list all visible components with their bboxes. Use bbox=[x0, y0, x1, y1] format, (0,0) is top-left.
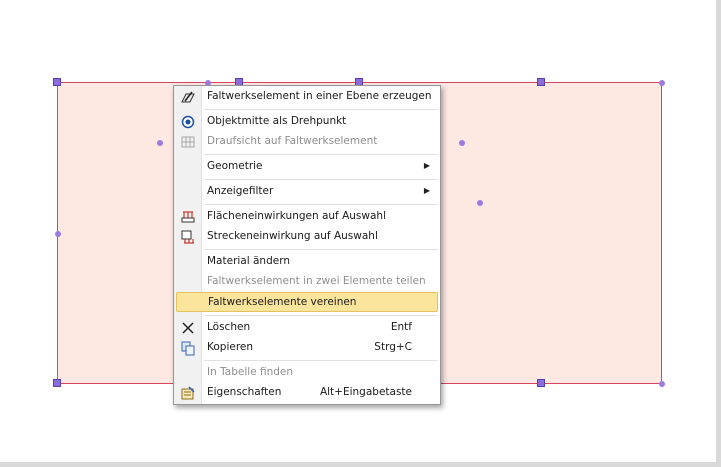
menu-item-label: Eigenschaften bbox=[207, 386, 282, 398]
menu-item-label: Streckeneinwirkung auf Auswahl bbox=[207, 230, 378, 242]
pencil-plane-icon bbox=[180, 89, 196, 105]
menu-separator bbox=[204, 179, 438, 180]
menu-item-shortcut: Entf bbox=[390, 321, 412, 333]
menu-item-label: Draufsicht auf Faltwerkselement bbox=[207, 135, 378, 147]
area-load-icon bbox=[180, 209, 196, 225]
menu-item-area-loads[interactable]: Flächeneinwirkungen auf Auswahl bbox=[176, 207, 438, 227]
menu-item-merge-elements[interactable]: Faltwerkselemente vereinen bbox=[176, 292, 438, 312]
grip-handle[interactable] bbox=[53, 78, 61, 86]
menu-item-label: Objektmitte als Drehpunkt bbox=[207, 115, 347, 127]
element-node[interactable] bbox=[477, 200, 483, 206]
line-load-icon bbox=[180, 229, 196, 245]
menu-separator bbox=[204, 249, 438, 250]
delete-x-icon bbox=[180, 320, 196, 336]
submenu-arrow-icon: ▶ bbox=[423, 161, 430, 170]
window-border-bottom bbox=[0, 462, 721, 467]
element-node[interactable] bbox=[157, 140, 163, 146]
grid-view-icon bbox=[180, 134, 196, 150]
menu-item-properties[interactable]: Eigenschaften Alt+Eingabetaste bbox=[176, 383, 438, 403]
element-node[interactable] bbox=[659, 381, 665, 387]
menu-item-change-material[interactable]: Material ändern bbox=[176, 252, 438, 272]
copy-icon bbox=[180, 340, 196, 356]
target-icon bbox=[180, 114, 196, 130]
menu-item-label: Geometrie bbox=[207, 160, 263, 172]
grip-handle[interactable] bbox=[537, 379, 545, 387]
menu-item-label: Faltwerkselement in einer Ebene erzeugen bbox=[207, 90, 432, 102]
menu-separator bbox=[204, 109, 438, 110]
menu-item-shortcut: Strg+C bbox=[374, 341, 412, 353]
menu-item-label: In Tabelle finden bbox=[207, 366, 294, 378]
menu-separator bbox=[204, 360, 438, 361]
menu-item-label: Kopieren bbox=[207, 341, 254, 353]
menu-item-label: Anzeigefilter bbox=[207, 185, 274, 197]
menu-item-object-center-pivot[interactable]: Objektmitte als Drehpunkt bbox=[176, 112, 438, 132]
menu-item-create-in-plane[interactable]: Faltwerkselement in einer Ebene erzeugen bbox=[176, 87, 438, 107]
menu-item-split-element[interactable]: Faltwerkselement in zwei Elemente teilen bbox=[176, 272, 438, 292]
menu-item-label: Material ändern bbox=[207, 255, 290, 267]
submenu-arrow-icon: ▶ bbox=[423, 186, 430, 195]
properties-icon bbox=[180, 385, 196, 401]
menu-item-label: Faltwerkselemente vereinen bbox=[208, 296, 357, 308]
context-menu: Faltwerkselement in einer Ebene erzeugen… bbox=[173, 85, 441, 405]
menu-item-display-filter[interactable]: Anzeigefilter ▶ bbox=[176, 182, 438, 202]
menu-item-delete[interactable]: Löschen Entf bbox=[176, 318, 438, 338]
menu-separator bbox=[204, 154, 438, 155]
element-node[interactable] bbox=[55, 231, 61, 237]
menu-item-copy[interactable]: Kopieren Strg+C bbox=[176, 338, 438, 358]
menu-item-geometry[interactable]: Geometrie ▶ bbox=[176, 157, 438, 177]
window-border-right bbox=[716, 0, 721, 467]
element-node[interactable] bbox=[459, 140, 465, 146]
menu-item-line-loads[interactable]: Streckeneinwirkung auf Auswahl bbox=[176, 227, 438, 247]
menu-item-label: Flächeneinwirkungen auf Auswahl bbox=[207, 210, 386, 222]
menu-item-shortcut: Alt+Eingabetaste bbox=[319, 386, 412, 398]
menu-item-label: Faltwerkselement in zwei Elemente teilen bbox=[207, 275, 426, 287]
menu-item-find-in-table[interactable]: In Tabelle finden bbox=[176, 363, 438, 383]
menu-separator bbox=[204, 315, 438, 316]
menu-item-top-view[interactable]: Draufsicht auf Faltwerkselement bbox=[176, 132, 438, 152]
menu-item-label: Löschen bbox=[207, 321, 251, 333]
grip-handle[interactable] bbox=[537, 78, 545, 86]
grip-handle[interactable] bbox=[53, 379, 61, 387]
element-node[interactable] bbox=[659, 80, 665, 86]
menu-separator bbox=[204, 204, 438, 205]
